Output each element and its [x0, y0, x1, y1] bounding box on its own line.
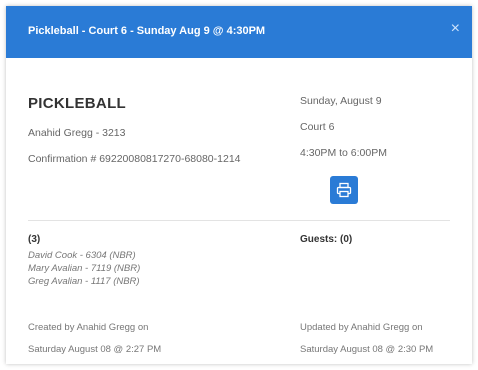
booking-date: Sunday, August 9: [300, 95, 382, 107]
guest-count: Guests: (0): [300, 234, 353, 245]
updated-on: Saturday August 08 @ 2:30 PM: [300, 344, 434, 355]
modal-header: Pickleball - Court 6 - Sunday Aug 9 @ 4:…: [6, 6, 472, 58]
sport-name: PICKLEBALL: [28, 95, 126, 112]
player-item: David Cook - 6304 (NBR): [28, 250, 136, 261]
created-on: Saturday August 08 @ 2:27 PM: [28, 344, 162, 355]
print-icon: [336, 182, 352, 198]
section-divider: [28, 220, 450, 221]
updated-by: Updated by Anahid Gregg on: [300, 322, 423, 333]
booking-time: 4:30PM to 6:00PM: [300, 147, 387, 159]
player-item: Greg Avalian - 1117 (NBR): [28, 276, 140, 287]
booking-owner: Anahid Gregg - 3213: [28, 127, 126, 139]
print-button[interactable]: [330, 176, 358, 204]
close-icon[interactable]: ×: [451, 21, 460, 37]
player-count: (3): [28, 234, 41, 245]
modal-title: Pickleball - Court 6 - Sunday Aug 9 @ 4:…: [28, 25, 266, 37]
booking-modal: Pickleball - Court 6 - Sunday Aug 9 @ 4:…: [6, 6, 472, 364]
booking-court: Court 6: [300, 121, 335, 133]
player-item: Mary Avalian - 7119 (NBR): [28, 263, 141, 274]
created-by: Created by Anahid Gregg on: [28, 322, 149, 333]
confirmation-number: Confirmation # 69220080817270-68080-1214: [28, 153, 241, 165]
